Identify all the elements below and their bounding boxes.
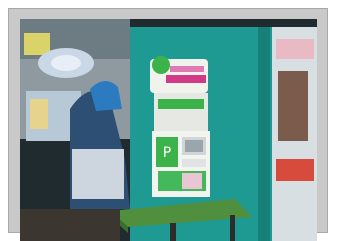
poster-highlight [51,55,81,71]
standee-panel [72,149,124,199]
kiosk-logo-letter: P [163,145,171,161]
photo-frame: P [0,0,337,241]
kiosk-sign-stripe [170,66,204,72]
left-sign [24,33,50,55]
kiosk-sign-text-band [166,75,206,83]
right-poster-banner [276,159,314,181]
right-poster-figure [278,71,308,141]
kiosk-screen-inner [185,140,203,152]
kiosk-upper-band [158,99,204,109]
left-display-item [30,99,48,129]
table-leg-right [230,215,235,241]
teal-pillar-shadow [258,27,270,241]
kiosk-sign [150,56,208,93]
photo-scene: P [20,19,317,241]
photo: P [20,19,317,241]
table-leg [170,223,176,241]
floor [20,209,120,241]
kiosk-slot [182,159,206,167]
kiosk-card-dispenser [182,173,202,189]
kiosk: P [152,131,210,197]
right-poster-title [276,39,314,59]
kiosk-logo-icon [152,56,170,74]
